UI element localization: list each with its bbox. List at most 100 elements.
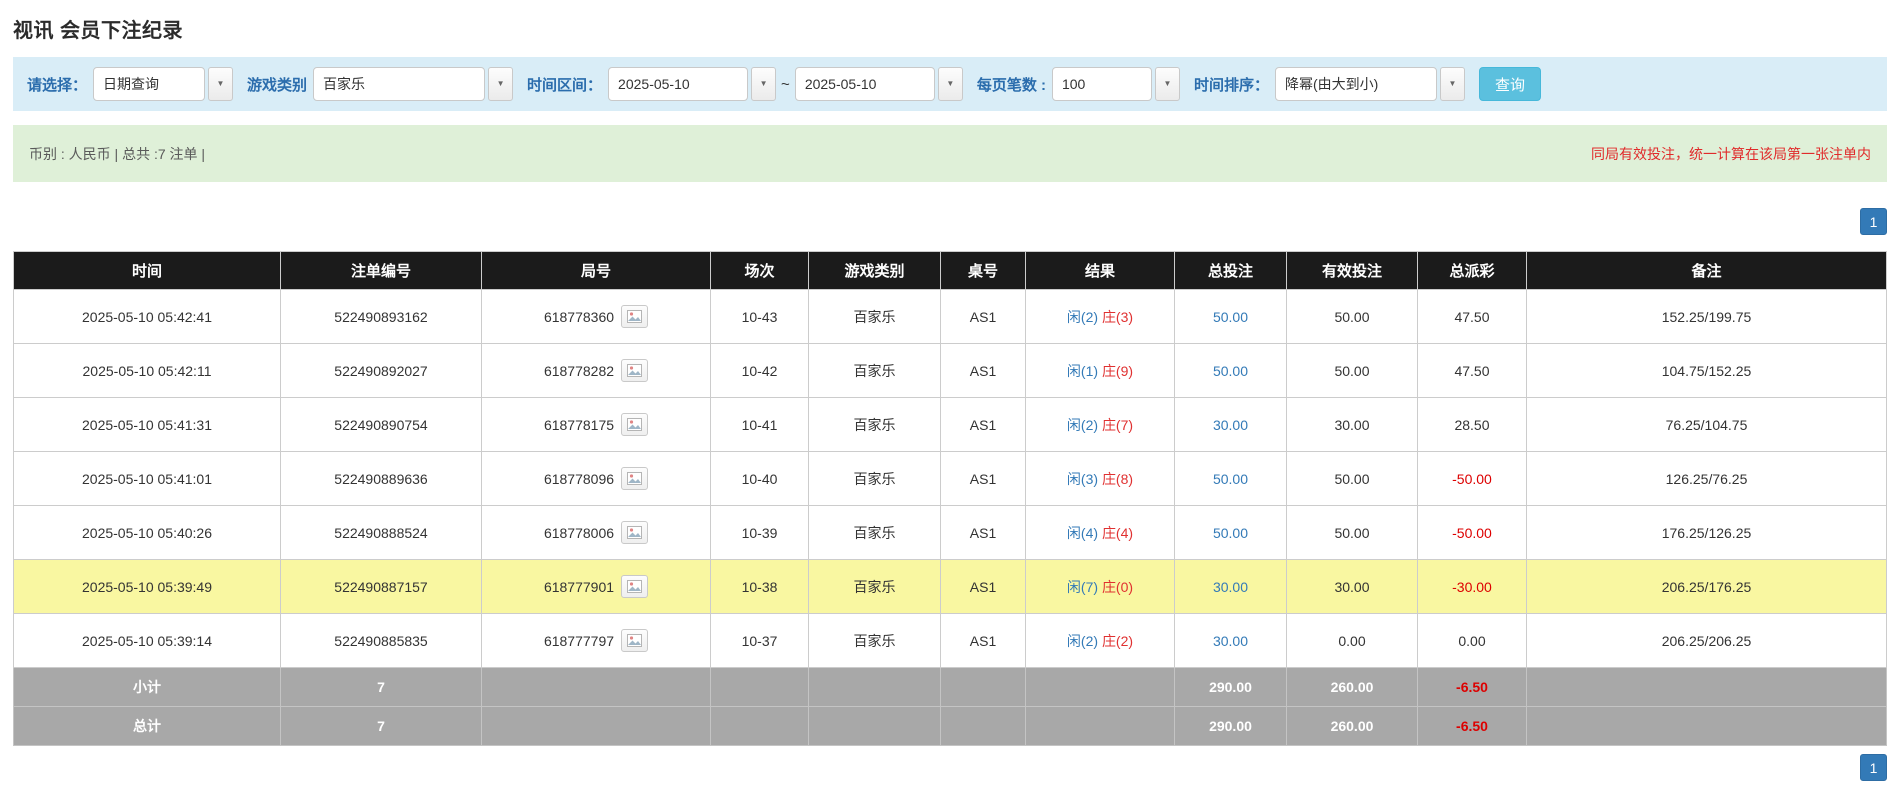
round-detail-button[interactable]: [621, 629, 649, 652]
cell-total-bet: 30.00: [1174, 613, 1287, 668]
cell-game-type: 百家乐: [808, 613, 941, 668]
cell-game-type: 百家乐: [808, 343, 941, 398]
table-row[interactable]: 2025-05-10 05:41:31 522490890754 618778175…: [13, 397, 1887, 452]
date-to-combo: ▼: [794, 67, 963, 101]
pagination-bottom: 1: [13, 754, 1887, 781]
page-number-button[interactable]: 1: [1860, 754, 1887, 781]
round-detail-button[interactable]: [621, 575, 649, 598]
table-row[interactable]: 2025-05-10 05:42:41 522490893162 618778360…: [13, 289, 1887, 344]
cell-table-no: AS1: [940, 613, 1026, 668]
cell-note: 152.25/199.75: [1526, 289, 1887, 344]
cell-bet-id: 522490892027: [280, 343, 482, 398]
round-detail-button[interactable]: [621, 305, 649, 328]
cell-round: 618778006: [481, 505, 711, 560]
result-player: 闲(3): [1066, 470, 1099, 487]
subtotal-row: 小计 7 290.00 260.00 -6.50: [13, 667, 1887, 707]
cell-payout: 47.50: [1417, 343, 1527, 398]
total-bet-link[interactable]: 50.00: [1213, 471, 1248, 487]
round-id-group: 618778360: [543, 305, 649, 328]
cell-note: 126.25/76.25: [1526, 451, 1887, 506]
game-type-label: 游戏类别: [247, 76, 308, 94]
round-id: 618778006: [543, 524, 615, 541]
cell-payout: 47.50: [1417, 289, 1527, 344]
cell-table-no: AS1: [940, 289, 1026, 344]
page: 视讯 会员下注纪录 请选择： ▼ 游戏类别 ▼ 时间区间： ▼ ~ ▼ 每页笔数…: [0, 0, 1900, 797]
page-number-button[interactable]: 1: [1860, 208, 1887, 235]
page-title: 视讯 会员下注纪录: [13, 20, 184, 42]
time-sort-label: 时间排序：: [1193, 76, 1269, 94]
table-row[interactable]: 2025-05-10 05:40:26 522490888524 618778006…: [13, 505, 1887, 560]
total-bet-link[interactable]: 30.00: [1213, 417, 1248, 433]
cell-valid-bet: 30.00: [1286, 397, 1418, 452]
cell-summary-payout: -6.50: [1417, 706, 1527, 746]
picture-icon: [627, 472, 643, 485]
cell-bet-id: 522490888524: [280, 505, 482, 560]
cell-result: 闲(4) 庄(4): [1025, 505, 1175, 560]
table-row[interactable]: 2025-05-10 05:39:49 522490887157 618777901…: [13, 559, 1887, 614]
cell-summary-label: 总计: [13, 706, 281, 746]
round-id-group: 618777901: [543, 575, 649, 598]
round-id: 618777901: [543, 578, 615, 595]
cell-empty: [940, 706, 1026, 746]
result-banker: 庄(3): [1101, 308, 1134, 325]
total-bet-link[interactable]: 50.00: [1213, 363, 1248, 379]
chevron-down-icon[interactable]: ▼: [937, 67, 963, 101]
table-row[interactable]: 2025-05-10 05:41:01 522490889636 618778096…: [13, 451, 1887, 506]
cell-payout: 0.00: [1417, 613, 1527, 668]
cell-empty: [710, 706, 809, 746]
cell-session: 10-42: [710, 343, 809, 398]
cell-session: 10-43: [710, 289, 809, 344]
total-bet-link[interactable]: 30.00: [1213, 633, 1248, 649]
cell-time: 2025-05-10 05:41:31: [13, 397, 281, 452]
cell-time: 2025-05-10 05:39:49: [13, 559, 281, 614]
chevron-down-icon[interactable]: ▼: [208, 67, 234, 101]
date-from-input[interactable]: [608, 67, 749, 101]
round-id: 618778175: [543, 416, 615, 433]
cell-payout: -30.00: [1417, 559, 1527, 614]
time-sort-input[interactable]: [1275, 67, 1437, 101]
cell-time: 2025-05-10 05:41:01: [13, 451, 281, 506]
pagination-top: 1: [13, 208, 1887, 235]
game-type-input[interactable]: [313, 67, 486, 101]
cell-note: 176.25/126.25: [1526, 505, 1887, 560]
chevron-down-icon[interactable]: ▼: [1154, 67, 1180, 101]
table-row[interactable]: 2025-05-10 05:42:11 522490892027 618778282…: [13, 343, 1887, 398]
column-header: 总投注: [1174, 251, 1287, 290]
total-bet-link[interactable]: 30.00: [1213, 579, 1248, 595]
cell-summary-total-bet: 290.00: [1174, 667, 1287, 707]
search-button[interactable]: 查询: [1479, 67, 1542, 101]
cell-empty: [481, 706, 711, 746]
round-detail-button[interactable]: [621, 521, 649, 544]
cell-empty: [808, 706, 941, 746]
result-banker: 庄(0): [1101, 578, 1134, 595]
round-id: 618778360: [543, 308, 615, 325]
round-detail-button[interactable]: [621, 359, 649, 382]
table-row[interactable]: 2025-05-10 05:39:14 522490885835 618777797…: [13, 613, 1887, 668]
select-mode-input[interactable]: [93, 67, 206, 101]
cell-time: 2025-05-10 05:42:11: [13, 343, 281, 398]
time-range-label: 时间区间：: [527, 76, 603, 94]
result-player: 闲(2): [1066, 308, 1099, 325]
cell-note: 76.25/104.75: [1526, 397, 1887, 452]
cell-time: 2025-05-10 05:40:26: [13, 505, 281, 560]
chevron-down-icon[interactable]: ▼: [751, 67, 777, 101]
result-banker: 庄(4): [1101, 524, 1134, 541]
cell-summary-label: 小计: [13, 667, 281, 707]
picture-icon: [627, 418, 643, 431]
total-bet-link[interactable]: 50.00: [1213, 525, 1248, 541]
date-to-input[interactable]: [794, 67, 935, 101]
chevron-down-icon[interactable]: ▼: [488, 67, 514, 101]
cell-empty: [1526, 667, 1887, 707]
round-detail-button[interactable]: [621, 413, 649, 436]
cell-total-bet: 50.00: [1174, 505, 1287, 560]
cell-round: 618778096: [481, 451, 711, 506]
cell-bet-id: 522490890754: [280, 397, 482, 452]
result-player: 闲(4): [1066, 524, 1099, 541]
chevron-down-icon[interactable]: ▼: [1440, 67, 1465, 101]
total-bet-link[interactable]: 50.00: [1213, 309, 1248, 325]
page-size-input[interactable]: [1051, 67, 1152, 101]
round-detail-button[interactable]: [621, 467, 649, 490]
cell-bet-id: 522490885835: [280, 613, 482, 668]
cell-result: 闲(1) 庄(9): [1025, 343, 1175, 398]
cell-summary-payout: -6.50: [1417, 667, 1527, 707]
